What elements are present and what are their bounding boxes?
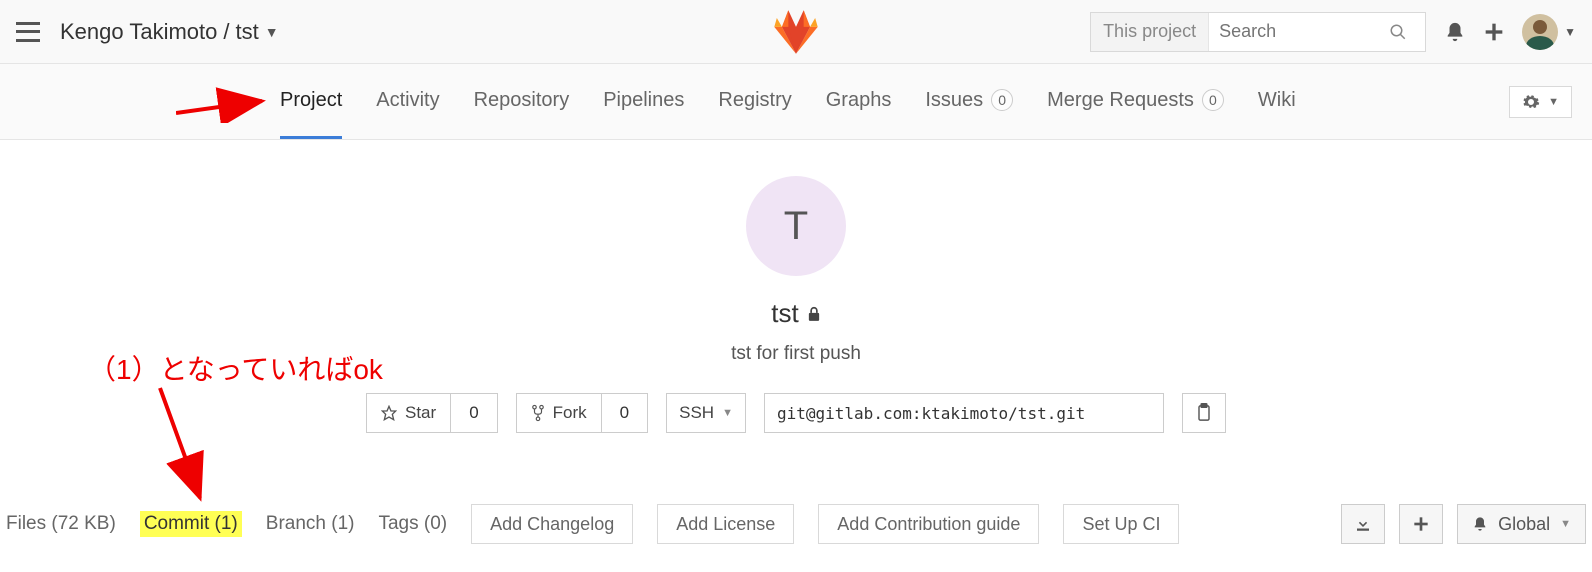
mr-count-badge: 0	[1202, 89, 1224, 111]
notification-level-dropdown[interactable]: Global ▼	[1457, 504, 1586, 544]
tags-link[interactable]: Tags (0)	[378, 513, 447, 535]
tab-graphs[interactable]: Graphs	[826, 89, 892, 139]
project-description: tst for first push	[0, 343, 1592, 365]
caret-down-icon: ▼	[265, 24, 279, 40]
branch-link[interactable]: Branch (1)	[266, 513, 355, 535]
download-icon	[1354, 515, 1372, 533]
top-bar: Kengo Takimoto / tst ▼ This project	[0, 0, 1592, 64]
tab-project[interactable]: Project	[280, 89, 342, 139]
download-button[interactable]	[1341, 504, 1385, 544]
project-actions-row: Star 0 Fork 0 SSH ▼	[0, 393, 1592, 433]
project-avatar-letter: T	[784, 204, 808, 249]
caret-down-icon: ▼	[1548, 96, 1559, 108]
breadcrumb-separator: /	[223, 19, 229, 45]
star-count: 0	[450, 393, 497, 433]
search-scope-label: This project	[1091, 13, 1209, 51]
caret-down-icon: ▼	[1560, 518, 1571, 530]
plus-icon[interactable]	[1484, 22, 1504, 42]
star-icon	[381, 405, 397, 421]
clone-protocol-select[interactable]: SSH ▼	[666, 393, 746, 433]
fork-button[interactable]: Fork	[516, 393, 601, 433]
caret-down-icon: ▼	[1564, 25, 1576, 39]
fork-button-group: Fork 0	[516, 393, 648, 433]
clipboard-icon	[1195, 403, 1213, 423]
add-changelog-button[interactable]: Add Changelog	[471, 504, 633, 544]
tab-activity[interactable]: Activity	[376, 89, 439, 139]
tab-repository[interactable]: Repository	[474, 89, 570, 139]
lock-icon	[807, 306, 821, 322]
search-input[interactable]	[1209, 13, 1389, 51]
caret-down-icon: ▼	[722, 407, 733, 419]
fork-count: 0	[601, 393, 648, 433]
gitlab-logo-icon[interactable]	[773, 10, 819, 54]
star-button-group: Star 0	[366, 393, 498, 433]
breadcrumb[interactable]: Kengo Takimoto / tst ▼	[60, 19, 279, 45]
commit-link[interactable]: Commit (1)	[140, 511, 242, 537]
bell-icon	[1472, 515, 1488, 533]
add-contribution-guide-button[interactable]: Add Contribution guide	[818, 504, 1039, 544]
setup-ci-button[interactable]: Set Up CI	[1063, 504, 1179, 544]
copy-url-button[interactable]	[1182, 393, 1226, 433]
project-nav: Project Activity Repository Pipelines Re…	[0, 64, 1592, 140]
add-license-button[interactable]: Add License	[657, 504, 794, 544]
tab-merge-requests[interactable]: Merge Requests 0	[1047, 89, 1224, 139]
avatar	[1522, 14, 1558, 50]
hamburger-menu-icon[interactable]	[16, 22, 40, 42]
tab-pipelines[interactable]: Pipelines	[603, 89, 684, 139]
issues-count-badge: 0	[991, 89, 1013, 111]
settings-dropdown-button[interactable]: ▼	[1509, 86, 1572, 118]
gear-icon	[1522, 93, 1540, 111]
user-menu[interactable]: ▼	[1522, 14, 1576, 50]
tab-registry[interactable]: Registry	[718, 89, 791, 139]
search-box[interactable]: This project	[1090, 12, 1426, 52]
project-summary: T tst tst for first push Star 0 Fork	[0, 140, 1592, 433]
plus-button[interactable]	[1399, 504, 1443, 544]
project-avatar: T	[746, 176, 846, 276]
todos-bell-icon[interactable]	[1444, 21, 1466, 43]
breadcrumb-owner: Kengo Takimoto	[60, 19, 217, 45]
plus-icon	[1413, 516, 1429, 532]
project-info-bar: Files (72 KB) Commit (1) Branch (1) Tags…	[0, 496, 1592, 552]
project-name: tst	[771, 298, 820, 329]
fork-icon	[531, 404, 545, 422]
star-button[interactable]: Star	[366, 393, 450, 433]
breadcrumb-project: tst	[236, 19, 259, 45]
files-link[interactable]: Files (72 KB)	[6, 513, 116, 535]
tab-wiki[interactable]: Wiki	[1258, 89, 1296, 139]
clone-url-input[interactable]	[764, 393, 1164, 433]
search-icon[interactable]	[1389, 23, 1425, 41]
tab-issues[interactable]: Issues 0	[925, 89, 1013, 139]
